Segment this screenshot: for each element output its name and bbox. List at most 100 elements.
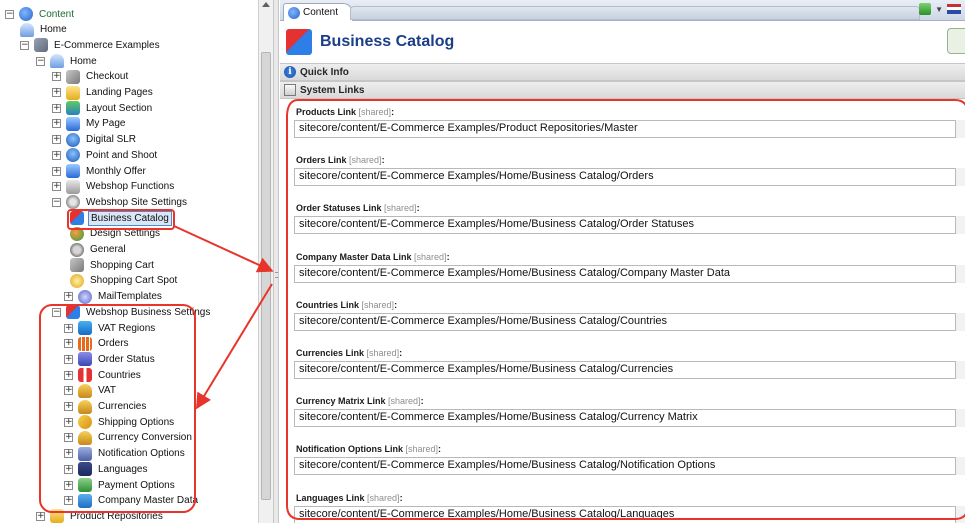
tree-item[interactable]: + Orders [64,336,131,352]
field-value-input[interactable]: sitecore/content/E-Commerce Examples/Hom… [294,312,965,331]
tree-item[interactable]: Business Catalog [70,210,172,226]
expand-icon[interactable]: + [64,339,73,349]
navigate-icon[interactable] [919,3,932,15]
section-system-links[interactable]: System Links [280,81,965,99]
collapse-icon[interactable]: − [36,56,45,66]
expand-icon[interactable]: + [52,150,61,160]
tree-item[interactable]: + My Page [52,116,127,132]
tab-content[interactable]: Content [283,3,354,21]
item-options-icon[interactable] [947,28,965,54]
tree-item[interactable]: Home [20,22,69,38]
tree-item[interactable]: + VAT [64,383,118,399]
tree-item[interactable]: + Order Status [64,351,157,367]
tree-item[interactable]: + Company Master Data [64,493,200,509]
field-value-input[interactable]: sitecore/content/E-Commerce Examples/Hom… [294,264,965,283]
tree-item[interactable]: + Point and Shoot [52,147,159,163]
expand-icon[interactable]: + [52,72,61,82]
business-catalog-icon [286,29,312,55]
ecommerce-icon [34,38,48,53]
field-value-input[interactable]: sitecore/content/E-Commerce Examples/Hom… [294,216,965,235]
language-flag-icon[interactable] [947,4,961,14]
expand-icon[interactable]: + [64,386,73,396]
tree-item[interactable]: − Content [5,6,76,22]
scroll-up-arrow-icon[interactable] [262,2,270,7]
expand-icon[interactable]: + [64,480,73,490]
collapse-icon[interactable]: − [52,307,61,317]
pane-splitter[interactable] [273,0,279,523]
tree-item[interactable]: + Languages [64,461,150,477]
tree-item[interactable]: Shopping Cart Spot [70,273,179,289]
tree-item[interactable]: − Webshop Site Settings [52,194,189,210]
tree-item[interactable]: + Monthly Offer [52,163,148,179]
tree-item[interactable]: − Webshop Business Settings [52,304,212,320]
expand-icon[interactable]: + [52,88,61,97]
tree-item[interactable]: + Currency Conversion [64,430,194,446]
link-field: Currency Matrix Link [shared]: sitecore/c… [294,396,965,436]
field-dropdown-icon[interactable] [955,457,965,476]
expand-icon[interactable]: + [52,103,61,113]
tree-item[interactable]: + Webshop Functions [52,179,176,195]
expand-icon[interactable]: + [64,496,73,506]
orders-icon [78,336,92,351]
scroll-thumb[interactable] [261,52,271,500]
field-dropdown-icon[interactable] [955,361,965,379]
tree-item[interactable]: − E-Commerce Examples [20,37,162,53]
dropdown-caret-icon[interactable]: ▼ [935,5,943,14]
field-value-input[interactable]: sitecore/content/E-Commerce Examples/Hom… [294,457,965,476]
expand-icon[interactable]: + [64,323,73,333]
collapse-icon[interactable]: − [20,40,29,50]
tree-item-label: Home [70,55,97,67]
tree-item[interactable]: + Currencies [64,399,148,415]
expand-icon[interactable]: + [36,511,45,521]
expand-icon[interactable]: + [52,166,61,176]
cart-icon [66,69,80,84]
expand-icon[interactable]: + [64,402,73,411]
tree-item[interactable]: − Home [36,53,99,69]
tree-item[interactable]: + Product Repositories [36,508,165,523]
expand-icon[interactable]: + [64,292,73,302]
cart-icon [70,258,84,273]
field-dropdown-icon[interactable] [955,264,965,283]
field-value-input[interactable]: sitecore/content/E-Commerce Examples/Hom… [294,505,965,523]
field-dropdown-icon[interactable] [955,312,965,331]
field-value-input[interactable]: sitecore/content/E-Commerce Examples/Hom… [294,409,965,428]
tree-item[interactable]: + Layout Section [52,100,154,116]
tree-scrollbar[interactable] [258,0,273,523]
expand-icon[interactable]: + [64,433,73,443]
tree-item[interactable]: + Digital SLR [52,132,138,148]
field-dropdown-icon[interactable] [955,120,965,138]
tree-item[interactable]: + VAT Regions [64,320,157,336]
tree-item[interactable]: Design Settings [70,226,162,242]
expand-icon[interactable]: + [64,354,73,364]
page-icon [66,164,80,178]
tree-item-label: My Page [86,118,126,130]
tree-item[interactable]: Shopping Cart [70,257,156,273]
expand-icon[interactable]: + [64,449,73,459]
field-dropdown-icon[interactable] [955,216,965,235]
tree-item-label: Company Master Data [98,495,199,507]
tree-item[interactable]: + Payment Options [64,477,177,493]
expand-icon[interactable]: + [52,182,61,192]
collapse-icon[interactable]: − [52,197,61,207]
tree-item[interactable]: + Shipping Options [64,414,176,430]
expand-icon[interactable]: + [64,417,73,427]
expand-icon[interactable]: + [52,119,61,129]
expand-icon[interactable]: + [52,135,61,145]
expand-icon[interactable]: + [64,464,73,474]
tab-strip [350,6,920,20]
field-value-input[interactable]: sitecore/content/E-Commerce Examples/Pro… [294,120,965,138]
tree-item[interactable]: General [70,242,128,258]
section-quick-info[interactable]: i Quick Info [280,63,965,81]
collapse-icon[interactable]: − [5,9,14,19]
field-value-input[interactable]: sitecore/content/E-Commerce Examples/Hom… [294,168,965,187]
field-dropdown-icon[interactable] [955,505,965,523]
field-value-input[interactable]: sitecore/content/E-Commerce Examples/Hom… [294,361,965,379]
field-dropdown-icon[interactable] [955,409,965,428]
expand-icon[interactable]: + [64,370,73,380]
tree-item[interactable]: + Landing Pages [52,85,155,101]
tree-item[interactable]: + Notification Options [64,446,187,462]
tree-item[interactable]: + MailTemplates [64,289,164,305]
field-dropdown-icon[interactable] [955,168,965,187]
tree-item[interactable]: + Checkout [52,69,130,85]
tree-item[interactable]: + Countries [64,367,143,383]
